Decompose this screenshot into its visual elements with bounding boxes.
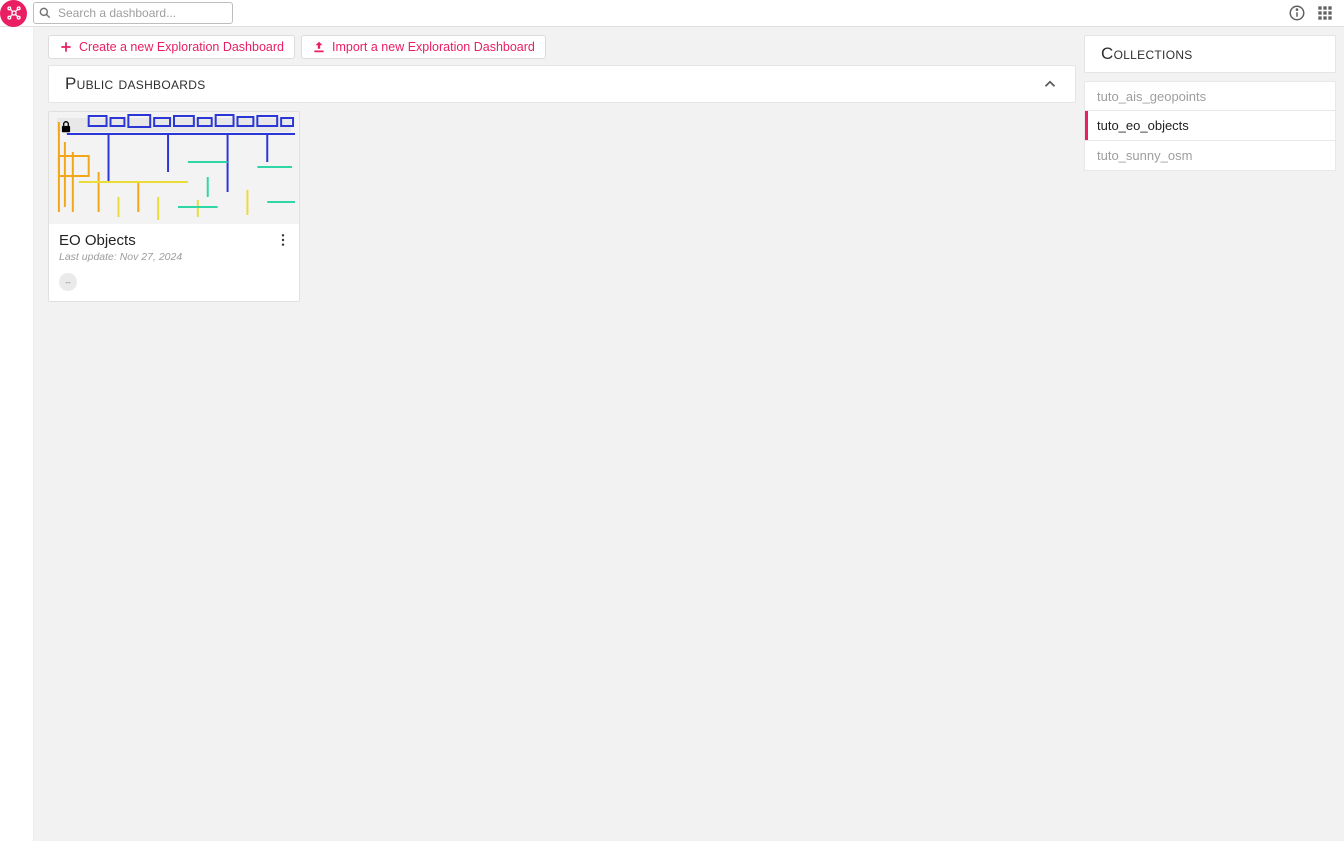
dashboard-owner-badge: -- xyxy=(59,273,77,291)
dashboard-menu-button[interactable] xyxy=(275,232,291,248)
info-icon xyxy=(1288,4,1306,22)
dashboard-grid: EO Objects Last update: Nov 27, 2024 -- xyxy=(48,111,1076,302)
collections-sidebar: Collections tuto_ais_geopoints tuto_eo_o… xyxy=(1084,35,1336,171)
apps-grid-icon xyxy=(1317,5,1333,21)
apps-button[interactable] xyxy=(1314,2,1336,24)
lock-icon xyxy=(59,120,73,134)
search-field-wrap xyxy=(33,2,233,24)
collection-item[interactable]: tuto_ais_geopoints xyxy=(1084,81,1336,111)
create-dashboard-button[interactable]: Create a new Exploration Dashboard xyxy=(48,35,295,59)
import-dashboard-label: Import a new Exploration Dashboard xyxy=(332,40,535,54)
dashboard-meta: Last update: Nov 27, 2024 xyxy=(59,251,289,263)
section-header: Public dashboards xyxy=(48,65,1076,103)
info-button[interactable] xyxy=(1286,2,1308,24)
collection-item[interactable]: tuto_eo_objects xyxy=(1084,111,1336,141)
dashboard-title: EO Objects xyxy=(59,232,289,249)
collection-item-label: tuto_sunny_osm xyxy=(1097,148,1192,163)
main-column: Create a new Exploration Dashboard Impor… xyxy=(34,27,1344,841)
search-icon xyxy=(38,6,52,20)
topbar xyxy=(0,0,1344,27)
center-column: Create a new Exploration Dashboard Impor… xyxy=(48,35,1076,302)
collection-item-label: tuto_eo_objects xyxy=(1097,118,1189,133)
dashboard-card-body: EO Objects Last update: Nov 27, 2024 -- xyxy=(49,224,299,301)
app-logo[interactable] xyxy=(0,0,27,27)
workspace: Create a new Exploration Dashboard Impor… xyxy=(0,27,1344,841)
collapse-section-button[interactable] xyxy=(1041,75,1059,93)
plus-icon xyxy=(59,40,73,54)
import-dashboard-button[interactable]: Import a new Exploration Dashboard xyxy=(301,35,546,59)
create-dashboard-label: Create a new Exploration Dashboard xyxy=(79,40,284,54)
collection-item[interactable]: tuto_sunny_osm xyxy=(1084,141,1336,171)
collections-header: Collections xyxy=(1084,35,1336,73)
dashboard-card[interactable]: EO Objects Last update: Nov 27, 2024 -- xyxy=(48,111,300,302)
dashboard-thumbnail xyxy=(49,112,299,224)
collections-list: tuto_ais_geopoints tuto_eo_objects tuto_… xyxy=(1084,81,1336,171)
more-vert-icon xyxy=(275,232,291,248)
search-input[interactable] xyxy=(58,6,232,20)
section-title: Public dashboards xyxy=(65,74,206,94)
chevron-up-icon xyxy=(1041,75,1059,93)
left-gutter xyxy=(0,27,34,841)
collections-title: Collections xyxy=(1101,44,1193,64)
upload-icon xyxy=(312,40,326,54)
collection-item-label: tuto_ais_geopoints xyxy=(1097,89,1206,104)
action-row: Create a new Exploration Dashboard Impor… xyxy=(48,35,1076,59)
